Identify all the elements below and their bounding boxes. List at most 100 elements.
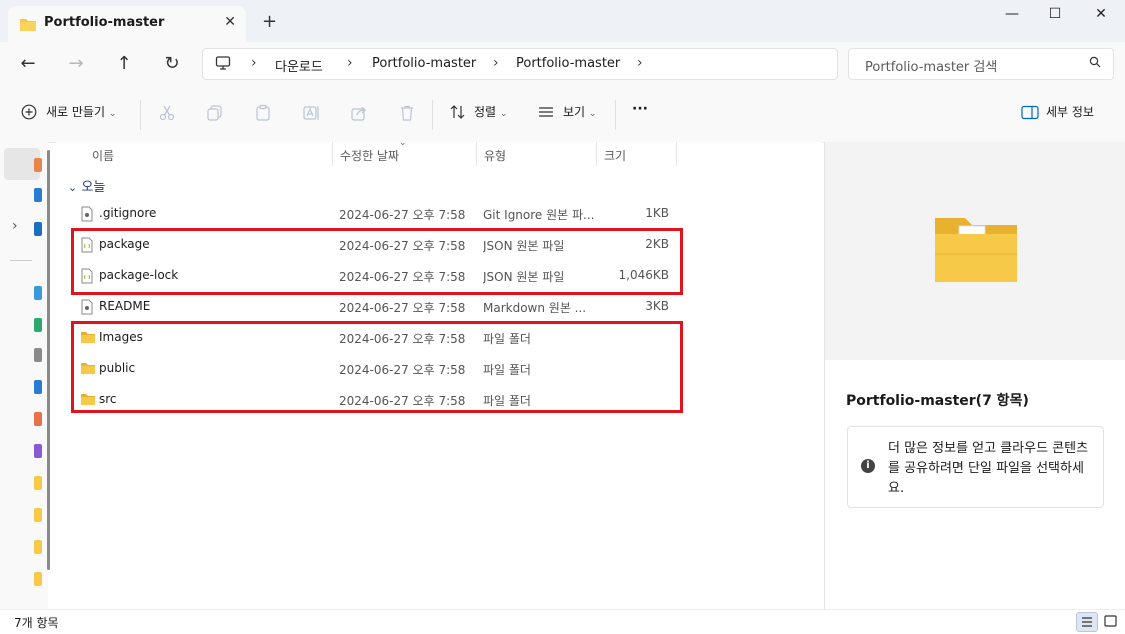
column-header-date[interactable]: 수정한 날짜: [340, 147, 399, 164]
preview-area: [825, 142, 1125, 360]
chevron-right-icon: ›: [347, 55, 353, 71]
pictures-icon[interactable]: [34, 380, 42, 394]
back-button[interactable]: ←: [16, 53, 40, 75]
large-icons-view-button[interactable]: [1100, 612, 1120, 630]
downloads-icon[interactable]: [34, 318, 42, 332]
column-header-size[interactable]: 크기: [604, 147, 626, 164]
search-placeholder: Portfolio-master 검색: [865, 60, 998, 75]
breadcrumb-portfolio-master-inner[interactable]: Portfolio-master: [516, 56, 620, 71]
rename-icon[interactable]: [302, 104, 320, 125]
chevron-down-icon: ⌄: [499, 109, 508, 119]
column-header-type[interactable]: 유형: [484, 147, 506, 164]
close-window-button[interactable]: ✕: [1086, 6, 1116, 26]
folder-preview-icon: [933, 214, 1019, 287]
more-options-button[interactable]: ···: [632, 101, 648, 117]
item-count: 7개 항목: [14, 616, 59, 630]
sort-button[interactable]: 정렬 ⌄: [474, 103, 507, 120]
info-text: 더 많은 정보를 얻고 클라우드 콘텐츠를 공유하려면 단일 파일을 선택하세요…: [888, 441, 1089, 496]
file-type: Markdown 원본 ...: [483, 301, 587, 315]
new-button[interactable]: 새로 만들기 ⌄: [46, 103, 116, 120]
file-name: README: [99, 299, 151, 313]
folder-icon[interactable]: [34, 508, 42, 522]
chevron-right-icon: ›: [493, 55, 499, 71]
file-icon: [80, 299, 96, 315]
file-date: 2024-06-27 오후 7:58: [339, 301, 466, 315]
folder-icon[interactable]: [34, 572, 42, 586]
documents-icon[interactable]: [34, 348, 42, 362]
column-divider[interactable]: [676, 142, 677, 166]
column-header-name[interactable]: 이름: [92, 147, 114, 164]
share-icon[interactable]: [350, 104, 368, 125]
highlight-box-folders: [71, 321, 683, 413]
column-divider[interactable]: [332, 142, 333, 166]
navigation-pane: ›: [0, 142, 50, 609]
window-tab[interactable]: Portfolio-master ✕: [8, 6, 246, 42]
tiles-view-icon: [1104, 615, 1117, 627]
details-view-button[interactable]: [1076, 612, 1098, 632]
file-date: 2024-06-27 오후 7:58: [339, 208, 466, 222]
details-title: Portfolio-master(7 항목): [846, 393, 1029, 409]
new-tab-button[interactable]: +: [262, 11, 277, 32]
nav-scrollbar[interactable]: [47, 150, 50, 570]
status-bar: 7개 항목: [0, 609, 1125, 634]
home-icon[interactable]: [34, 158, 42, 172]
address-bar[interactable]: › 다운로드 › Portfolio-master › Portfolio-ma…: [202, 48, 838, 80]
column-divider[interactable]: [596, 142, 597, 166]
tab-close-button[interactable]: ✕: [224, 14, 236, 30]
chevron-right-icon[interactable]: ›: [637, 55, 643, 71]
group-header[interactable]: ⌄ 오늘: [68, 176, 105, 195]
command-bar: 새로 만들기 ⌄ 정렬 ⌄ 보기 ⌄ ··· 세부 정보: [0, 86, 1125, 143]
divider: [140, 100, 141, 130]
file-type: Git Ignore 원본 파...: [483, 208, 595, 222]
divider: [432, 100, 433, 130]
search-input[interactable]: Portfolio-master 검색: [848, 48, 1114, 80]
file-row[interactable]: README 2024-06-27 오후 7:58 Markdown 원본 ... 3…: [70, 292, 690, 322]
delete-icon[interactable]: [398, 104, 416, 125]
file-icon: [80, 206, 96, 222]
info-message: i 더 많은 정보를 얻고 클라우드 콘텐츠를 공유하려면 단일 파일을 선택하…: [847, 426, 1104, 508]
folder-icon[interactable]: [34, 540, 42, 554]
sort-icon: [449, 104, 467, 123]
details-button[interactable]: 세부 정보: [1046, 103, 1094, 120]
expand-chevron-icon[interactable]: ›: [12, 218, 18, 234]
divider: [10, 260, 32, 261]
breadcrumb-portfolio-master[interactable]: Portfolio-master: [372, 56, 476, 71]
title-bar: Portfolio-master ✕ + — ☐ ✕: [0, 0, 1125, 42]
list-view-icon: [1082, 617, 1092, 627]
desktop-icon[interactable]: [34, 286, 42, 300]
refresh-button[interactable]: ↻: [160, 53, 184, 75]
file-row[interactable]: .gitignore 2024-06-27 오후 7:58 Git Ignore 원…: [70, 199, 690, 229]
maximize-button[interactable]: ☐: [1040, 6, 1070, 26]
divider: [615, 100, 616, 130]
copy-icon[interactable]: [206, 104, 224, 125]
minimize-button[interactable]: —: [997, 6, 1027, 26]
chevron-down-icon: ⌄: [68, 181, 78, 194]
file-size: 1KB: [645, 206, 669, 220]
up-button[interactable]: ↑: [112, 53, 136, 75]
address-row: ← → ↑ ↻ › 다운로드 › Portfolio-master › Port…: [0, 42, 1125, 86]
onedrive-icon[interactable]: [34, 222, 42, 236]
gallery-icon[interactable]: [34, 188, 42, 202]
breadcrumb-downloads[interactable]: 다운로드: [275, 56, 323, 75]
plus-circle-icon: [21, 104, 37, 123]
forward-button[interactable]: →: [64, 53, 88, 75]
details-pane-icon: [1021, 105, 1039, 123]
details-pane: Portfolio-master(7 항목) i 더 많은 정보를 얻고 클라우…: [824, 142, 1125, 609]
file-name: .gitignore: [99, 206, 157, 220]
chevron-down-icon: ⌄: [588, 109, 597, 119]
videos-icon[interactable]: [34, 444, 42, 458]
search-icon: [1089, 56, 1101, 71]
view-icon: [537, 104, 555, 123]
computer-icon: [215, 55, 231, 74]
chevron-down-icon: ⌄: [108, 109, 117, 119]
folder-icon[interactable]: [34, 476, 42, 490]
highlight-box-json-files: [71, 228, 683, 295]
column-divider[interactable]: [476, 142, 477, 166]
music-icon[interactable]: [34, 412, 42, 426]
chevron-right-icon: ›: [251, 55, 257, 71]
view-button[interactable]: 보기 ⌄: [563, 103, 596, 120]
paste-icon[interactable]: [254, 104, 272, 125]
file-size: 3KB: [645, 299, 669, 313]
cut-icon[interactable]: [158, 104, 176, 125]
group-label: 오늘: [81, 180, 106, 195]
